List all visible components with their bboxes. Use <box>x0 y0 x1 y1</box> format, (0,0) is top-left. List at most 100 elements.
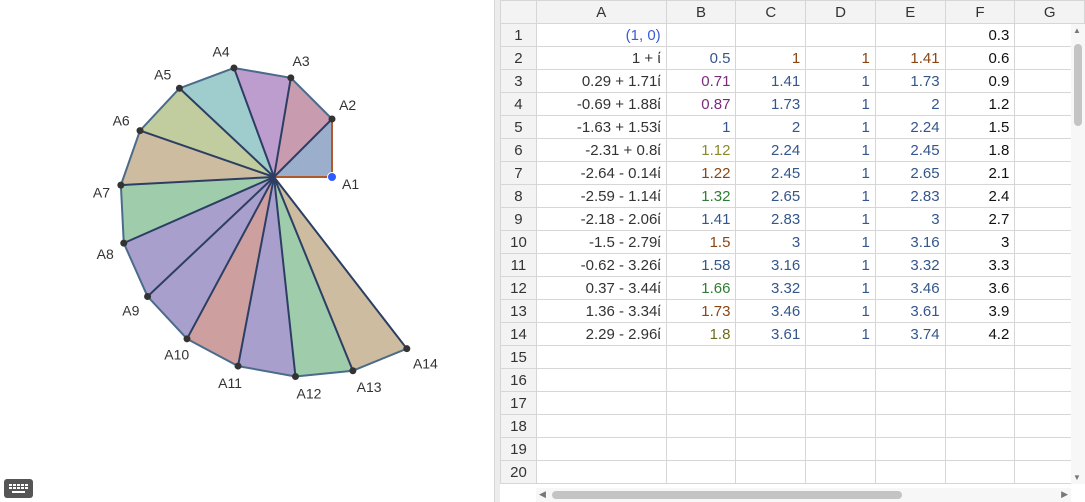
scroll-right-arrow-icon[interactable]: ▶ <box>1061 489 1068 500</box>
cell-E6[interactable]: 2.45 <box>874 138 946 162</box>
cell-C15[interactable] <box>735 345 807 369</box>
cell-D19[interactable] <box>805 437 876 461</box>
cell-A8[interactable]: -2.59 - 1.14ί <box>535 184 667 208</box>
cell-E1[interactable] <box>874 23 946 47</box>
cell-C12[interactable]: 3.32 <box>735 276 807 300</box>
cell-C16[interactable] <box>735 368 807 392</box>
cell-D1[interactable] <box>805 23 876 47</box>
row-header[interactable]: 17 <box>500 391 537 415</box>
row-header[interactable]: 11 <box>500 253 537 277</box>
cell-D13[interactable]: 1 <box>805 299 876 323</box>
cell-B2[interactable]: 0.5 <box>665 46 737 70</box>
spreadsheet-view[interactable]: A B C D E F G 1 (1, 0) 0.3 2 1 + ί 0.5 1 1 1.41 0… <box>500 0 1085 502</box>
cell-C1[interactable] <box>735 23 807 47</box>
row-header[interactable]: 13 <box>500 299 537 323</box>
cell-E2[interactable]: 1.41 <box>874 46 946 70</box>
cell-B4[interactable]: 0.87 <box>665 92 737 116</box>
cell-B17[interactable] <box>665 391 737 415</box>
scroll-up-arrow-icon[interactable]: ▲ <box>1073 26 1081 35</box>
row-header[interactable]: 8 <box>500 184 537 208</box>
cell-B14[interactable]: 1.8 <box>665 322 737 346</box>
row-header[interactable]: 1 <box>500 23 537 47</box>
row-header[interactable]: 20 <box>500 460 537 484</box>
column-header[interactable]: G <box>1014 0 1085 24</box>
cell-F4[interactable]: 1.2 <box>944 92 1016 116</box>
cell-A3[interactable]: 0.29 + 1.71ί <box>535 69 667 93</box>
cell-D7[interactable]: 1 <box>805 161 876 185</box>
vertical-scrollbar[interactable]: ▲ ▼ <box>1071 24 1085 484</box>
cell-E12[interactable]: 3.46 <box>874 276 946 300</box>
row-header[interactable]: 14 <box>500 322 537 346</box>
cell-D12[interactable]: 1 <box>805 276 876 300</box>
cell-E17[interactable] <box>874 391 946 415</box>
cell-E18[interactable] <box>874 414 946 438</box>
vertical-scroll-thumb[interactable] <box>1074 44 1082 126</box>
cell-F15[interactable] <box>944 345 1016 369</box>
cell-A20[interactable] <box>535 460 667 484</box>
cell-C10[interactable]: 3 <box>735 230 807 254</box>
cell-B9[interactable]: 1.41 <box>665 207 737 231</box>
cell-D11[interactable]: 1 <box>805 253 876 277</box>
horizontal-scroll-thumb[interactable] <box>552 491 902 499</box>
column-header[interactable]: E <box>874 0 946 24</box>
cell-E10[interactable]: 3.16 <box>874 230 946 254</box>
cell-E20[interactable] <box>874 460 946 484</box>
cell-E7[interactable]: 2.65 <box>874 161 946 185</box>
cell-D18[interactable] <box>805 414 876 438</box>
cell-C8[interactable]: 2.65 <box>735 184 807 208</box>
spiral-drawing[interactable]: A1 A2 A3 A4 A5 A6 A7 A8 A9 A10 A11 A12 A13 A14 <box>0 0 494 502</box>
point-a3[interactable] <box>287 74 295 82</box>
cell-B7[interactable]: 1.22 <box>665 161 737 185</box>
cell-E3[interactable]: 1.73 <box>874 69 946 93</box>
row-header[interactable]: 2 <box>500 46 537 70</box>
point-a12[interactable] <box>291 373 299 381</box>
cell-C2[interactable]: 1 <box>735 46 807 70</box>
column-header[interactable]: B <box>665 0 737 24</box>
cell-D14[interactable]: 1 <box>805 322 876 346</box>
cell-C4[interactable]: 1.73 <box>735 92 807 116</box>
cell-E19[interactable] <box>874 437 946 461</box>
cell-D10[interactable]: 1 <box>805 230 876 254</box>
cell-E5[interactable]: 2.24 <box>874 115 946 139</box>
row-header[interactable]: 12 <box>500 276 537 300</box>
cell-F14[interactable]: 4.2 <box>944 322 1016 346</box>
cell-E8[interactable]: 2.83 <box>874 184 946 208</box>
cell-B20[interactable] <box>665 460 737 484</box>
cell-E11[interactable]: 3.32 <box>874 253 946 277</box>
cell-A19[interactable] <box>535 437 667 461</box>
cell-C3[interactable]: 1.41 <box>735 69 807 93</box>
cell-A10[interactable]: -1.5 - 2.79ί <box>535 230 667 254</box>
cell-D15[interactable] <box>805 345 876 369</box>
cell-E14[interactable]: 3.74 <box>874 322 946 346</box>
cell-E16[interactable] <box>874 368 946 392</box>
cell-F5[interactable]: 1.5 <box>944 115 1016 139</box>
point-a13[interactable] <box>349 367 357 375</box>
point-a6[interactable] <box>136 127 144 135</box>
scroll-left-arrow-icon[interactable]: ◀ <box>539 489 546 500</box>
cell-F10[interactable]: 3 <box>944 230 1016 254</box>
column-header[interactable]: D <box>805 0 876 24</box>
cell-F20[interactable] <box>944 460 1016 484</box>
cell-F12[interactable]: 3.6 <box>944 276 1016 300</box>
cell-A16[interactable] <box>535 368 667 392</box>
cell-A15[interactable] <box>535 345 667 369</box>
cell-B6[interactable]: 1.12 <box>665 138 737 162</box>
cell-F13[interactable]: 3.9 <box>944 299 1016 323</box>
graphics-view[interactable]: A1 A2 A3 A4 A5 A6 A7 A8 A9 A10 A11 A12 A13 A14 <box>0 0 494 502</box>
row-header[interactable]: 16 <box>500 368 537 392</box>
keyboard-button[interactable] <box>4 479 33 498</box>
cell-A5[interactable]: -1.63 + 1.53ί <box>535 115 667 139</box>
cell-B19[interactable] <box>665 437 737 461</box>
row-header[interactable]: 3 <box>500 69 537 93</box>
cell-F2[interactable]: 0.6 <box>944 46 1016 70</box>
point-a11[interactable] <box>234 362 242 370</box>
cell-B1[interactable] <box>665 23 737 47</box>
cell-A14[interactable]: 2.29 - 2.96ί <box>535 322 667 346</box>
column-header[interactable]: F <box>944 0 1016 24</box>
cell-B13[interactable]: 1.73 <box>665 299 737 323</box>
cell-E15[interactable] <box>874 345 946 369</box>
cell-A6[interactable]: -2.31 + 0.8ί <box>535 138 667 162</box>
point-a9[interactable] <box>144 292 152 300</box>
cell-B12[interactable]: 1.66 <box>665 276 737 300</box>
cell-C13[interactable]: 3.46 <box>735 299 807 323</box>
